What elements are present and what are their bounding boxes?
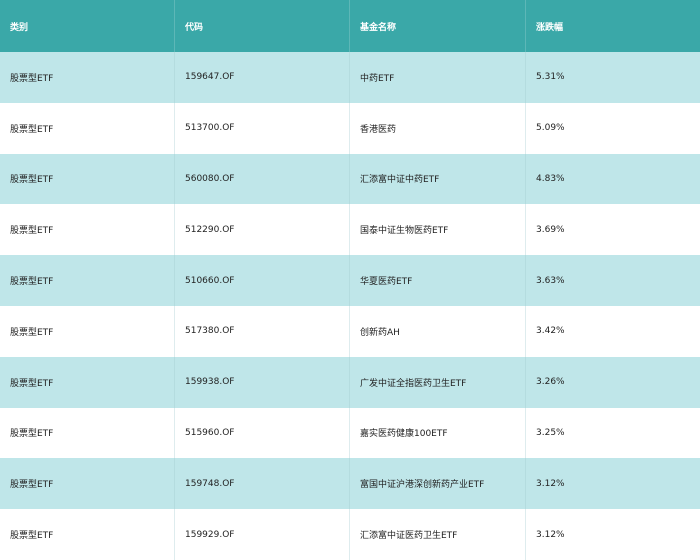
header-category[interactable]: 类别 <box>0 0 175 52</box>
table-row: 股票型ETF 159748.OF 富国中证沪港深创新药产业ETF 3.12% <box>0 458 700 510</box>
cell-fund-name: 广发中证全指医药卫生ETF <box>350 356 526 408</box>
cell-change: 3.69% <box>536 224 565 235</box>
cell-code: 513700.OF <box>175 102 350 154</box>
cell-change: 3.26% <box>536 377 565 388</box>
cell-fund-name: 香港医药 <box>350 102 526 154</box>
cell-code: 159647.OF <box>175 52 350 103</box>
table-row: 股票型ETF 517380.OF 创新药AH 3.42% <box>0 305 700 357</box>
cell-category: 股票型ETF <box>0 356 175 408</box>
cell-category: 股票型ETF <box>0 204 175 256</box>
table-row: 股票型ETF 515960.OF 嘉实医药健康100ETF 3.25% <box>0 407 700 459</box>
cell-code: 517380.OF <box>175 305 350 357</box>
table-row: 股票型ETF 512290.OF 国泰中证生物医药ETF 3.69% <box>0 204 700 256</box>
cell-fund-name: 汇添富中证医药卫生ETF <box>350 509 526 560</box>
fund-table: 类别 代码 基金名称 涨跌幅 股票型ETF 159647.OF 中药ETF 5.… <box>0 0 700 560</box>
cell-fund-name: 国泰中证生物医药ETF <box>350 204 526 256</box>
cell-code: 159938.OF <box>175 356 350 408</box>
cell-code: 159748.OF <box>175 458 350 510</box>
cell-category: 股票型ETF <box>0 305 175 357</box>
cell-fund-name: 富国中证沪港深创新药产业ETF <box>350 458 526 510</box>
cell-fund-name: 汇添富中证中药ETF <box>350 153 526 205</box>
cell-code: 159929.OF <box>175 509 350 560</box>
table-row: 股票型ETF 560080.OF 汇添富中证中药ETF 4.83% <box>0 153 700 205</box>
cell-fund-name: 创新药AH <box>350 305 526 357</box>
table-row: 股票型ETF 513700.OF 香港医药 5.09% <box>0 102 700 154</box>
header-code[interactable]: 代码 <box>175 0 350 52</box>
cell-category: 股票型ETF <box>0 52 175 103</box>
cell-category: 股票型ETF <box>0 102 175 154</box>
cell-change: 3.25% <box>536 427 565 438</box>
header-fund-name[interactable]: 基金名称 <box>350 0 526 52</box>
cell-fund-name: 华夏医药ETF <box>350 255 526 306</box>
cell-category: 股票型ETF <box>0 458 175 510</box>
cell-fund-name: 嘉实医药健康100ETF <box>350 407 526 459</box>
cell-category: 股票型ETF <box>0 509 175 560</box>
cell-code: 560080.OF <box>175 153 350 205</box>
cell-category: 股票型ETF <box>0 407 175 459</box>
cell-change: 3.12% <box>536 529 565 540</box>
cell-change: 3.12% <box>536 478 565 489</box>
cell-category: 股票型ETF <box>0 255 175 306</box>
cell-change: 3.42% <box>536 326 565 337</box>
table-header: 类别 代码 基金名称 涨跌幅 <box>0 0 700 52</box>
cell-code: 510660.OF <box>175 255 350 306</box>
cell-category: 股票型ETF <box>0 153 175 205</box>
header-change[interactable]: 涨跌幅 <box>526 0 700 52</box>
cell-code: 515960.OF <box>175 407 350 459</box>
cell-code: 512290.OF <box>175 204 350 256</box>
table-row: 股票型ETF 159929.OF 汇添富中证医药卫生ETF 3.12% <box>0 509 700 560</box>
cell-fund-name: 中药ETF <box>350 52 526 103</box>
cell-change: 5.09% <box>536 123 565 134</box>
cell-change: 3.63% <box>536 275 565 286</box>
table-row: 股票型ETF 159647.OF 中药ETF 5.31% <box>0 52 700 103</box>
cell-change: 4.83% <box>536 173 565 184</box>
table-row: 股票型ETF 159938.OF 广发中证全指医药卫生ETF 3.26% <box>0 356 700 408</box>
table-row: 股票型ETF 510660.OF 华夏医药ETF 3.63% <box>0 255 700 306</box>
cell-change: 5.31% <box>536 72 565 83</box>
